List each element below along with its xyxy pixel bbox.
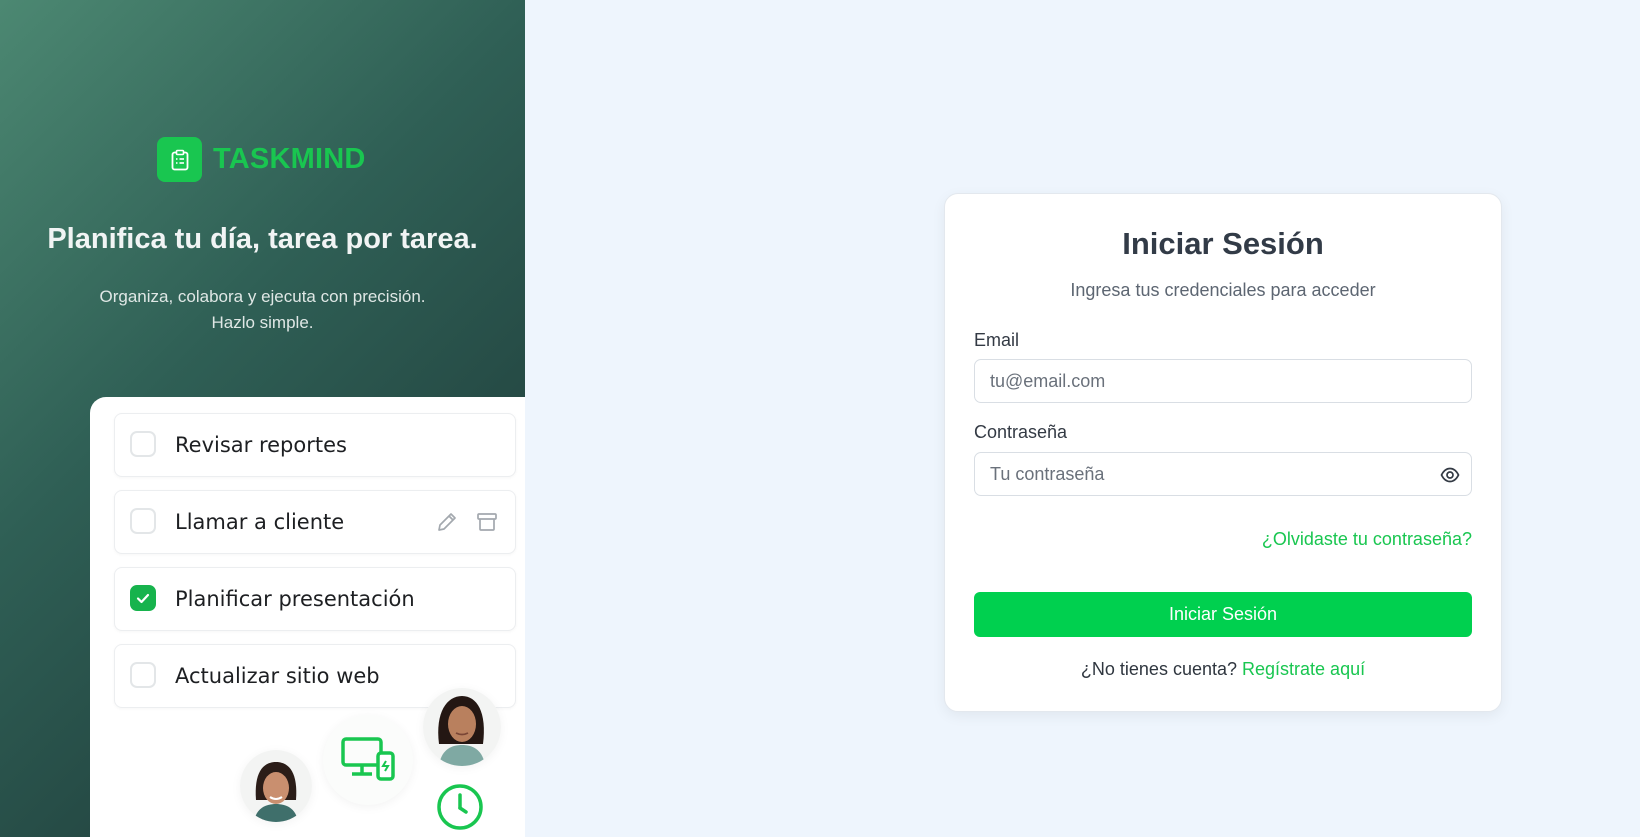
email-field-wrapper: [974, 359, 1472, 403]
signup-prompt: ¿No tienes cuenta? Regístrate aquí: [945, 659, 1501, 680]
no-account-text: ¿No tienes cuenta?: [1080, 659, 1243, 679]
forgot-password-link[interactable]: ¿Olvidaste tu contraseña?: [1262, 529, 1472, 550]
login-card: Iniciar Sesión Ingresa tus credenciales …: [944, 193, 1502, 712]
archive-icon: [475, 510, 499, 539]
pencil-icon: [435, 510, 459, 539]
password-field[interactable]: [975, 453, 1430, 495]
task-item: Revisar reportes: [114, 413, 516, 477]
clock-icon: [434, 781, 486, 837]
login-title: Iniciar Sesión: [1122, 226, 1324, 261]
task-item: Planificar presentación: [114, 567, 516, 631]
task-label: Planificar presentación: [175, 587, 415, 611]
hero-panel: TASKMIND Planifica tu día, tarea por tar…: [0, 0, 525, 837]
task-item: Llamar a cliente: [114, 490, 516, 554]
hero-subtitle-line-2: Hazlo simple.: [211, 313, 314, 332]
email-label: Email: [974, 330, 1020, 350]
clipboard-icon: [157, 137, 202, 182]
task-label: Actualizar sitio web: [175, 664, 380, 688]
brand-name: TASKMIND: [213, 143, 366, 175]
task-checkbox: [130, 662, 156, 688]
password-field-wrapper: [974, 452, 1472, 496]
task-checkbox: [130, 508, 156, 534]
register-link[interactable]: Regístrate aquí: [1242, 659, 1365, 679]
password-label: Contraseña: [974, 422, 1068, 442]
hero-tagline: Planifica tu día, tarea por tarea.: [47, 223, 478, 255]
avatar: [240, 750, 312, 822]
hero-subtitle-line-1: Organiza, colabora y ejecuta con precisi…: [99, 287, 426, 306]
task-label: Revisar reportes: [175, 433, 347, 457]
task-list-preview: Revisar reportes Llamar a cliente Planif…: [90, 397, 525, 837]
email-field[interactable]: [975, 360, 1430, 402]
eye-icon[interactable]: [1440, 465, 1460, 490]
task-label: Llamar a cliente: [175, 510, 345, 534]
login-subtitle: Ingresa tus credenciales para acceder: [1070, 280, 1376, 300]
hero-subtitle: Organiza, colabora y ejecuta con precisi…: [0, 284, 525, 336]
task-checkbox: [130, 431, 156, 457]
task-checkbox-checked: [130, 585, 156, 611]
login-button[interactable]: Iniciar Sesión: [974, 592, 1472, 637]
devices-icon: [323, 715, 413, 805]
brand: TASKMIND: [157, 137, 366, 182]
avatar: [423, 688, 501, 766]
